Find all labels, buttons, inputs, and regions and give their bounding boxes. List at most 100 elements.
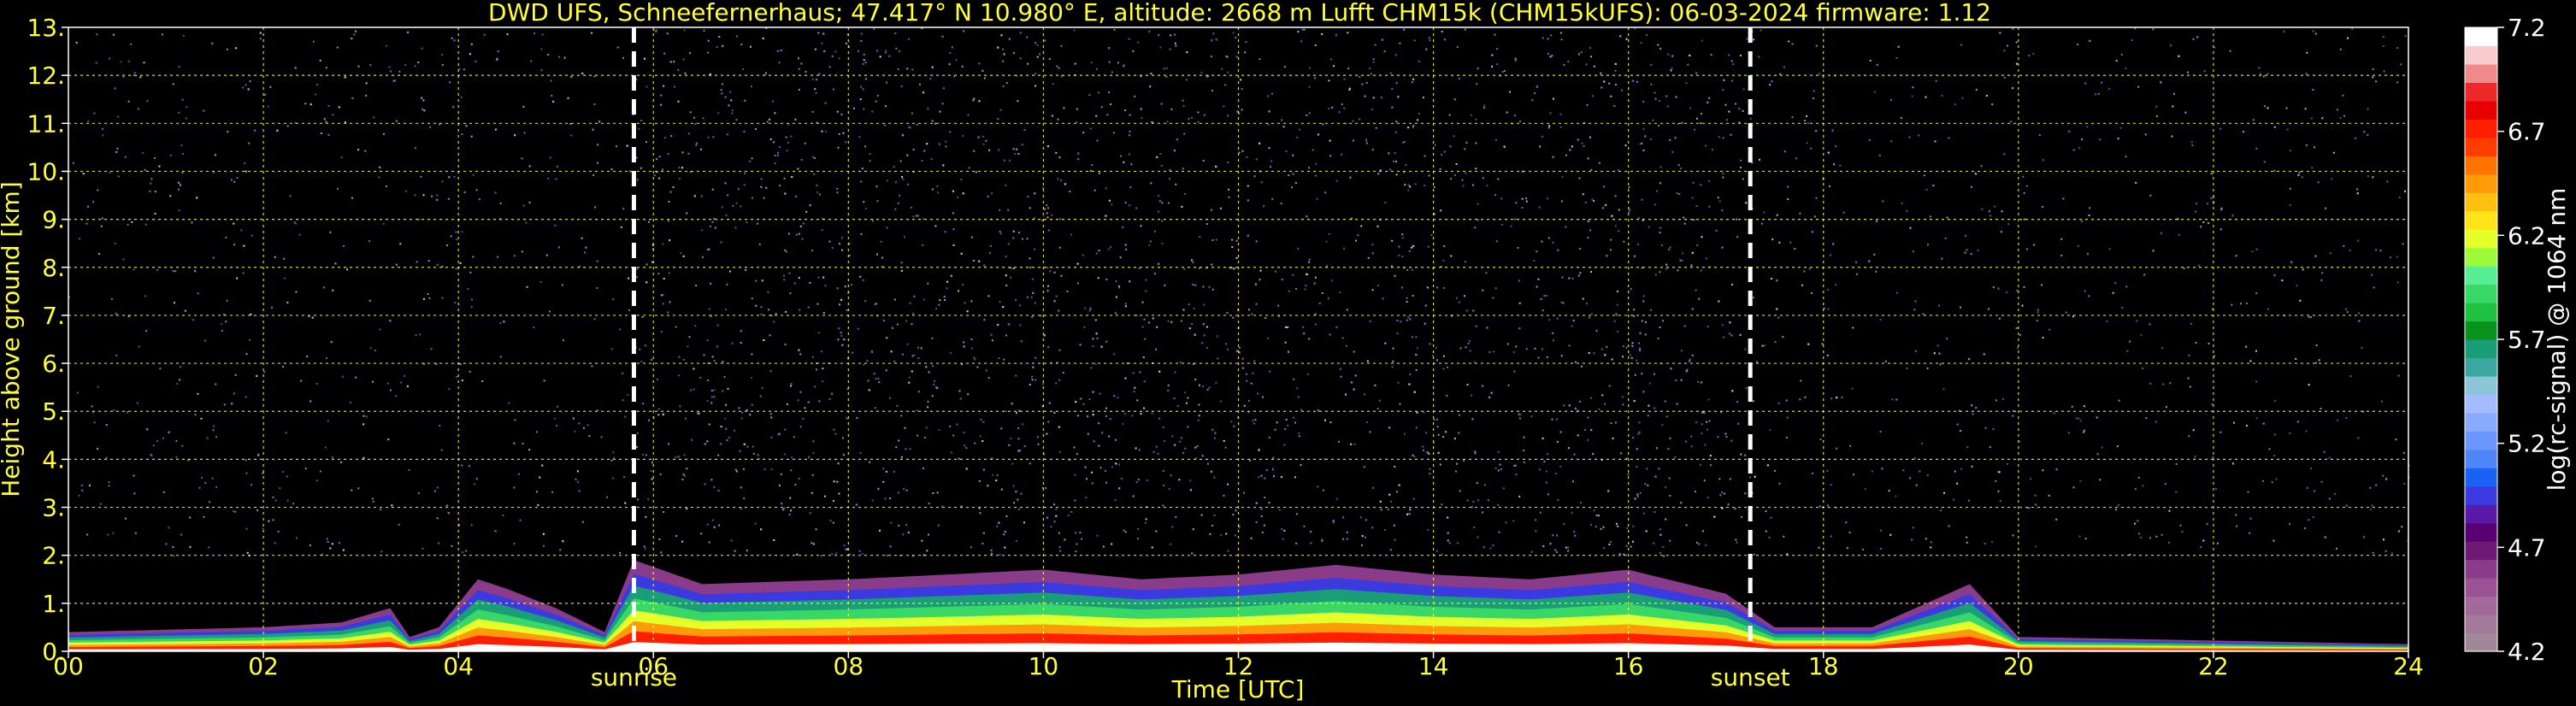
noise-speckle	[1158, 200, 1161, 203]
noise-speckle	[1165, 67, 1168, 69]
noise-speckle	[1211, 90, 1213, 91]
noise-speckle	[1371, 109, 1374, 110]
noise-speckle	[613, 456, 616, 459]
noise-speckle	[2160, 533, 2163, 536]
noise-speckle	[721, 206, 723, 209]
noise-speckle	[2323, 450, 2325, 453]
noise-speckle	[895, 47, 898, 50]
noise-speckle	[1134, 386, 1136, 389]
noise-speckle	[461, 551, 463, 554]
noise-speckle	[1030, 296, 1033, 298]
noise-speckle	[816, 303, 819, 305]
noise-speckle	[1876, 63, 1878, 66]
noise-speckle	[1730, 133, 1732, 136]
noise-speckle	[1513, 370, 1516, 373]
noise-speckle	[1383, 50, 1386, 53]
noise-speckle	[427, 293, 429, 295]
noise-speckle	[267, 105, 269, 108]
noise-speckle	[636, 446, 638, 449]
noise-speckle	[856, 417, 858, 420]
noise-speckle	[772, 100, 774, 103]
noise-speckle	[859, 98, 862, 101]
noise-speckle	[1769, 84, 1771, 86]
noise-speckle	[1560, 301, 1563, 303]
noise-speckle	[1537, 278, 1540, 280]
noise-speckle	[1042, 187, 1045, 190]
noise-speckle	[1586, 103, 1589, 106]
noise-speckle	[1455, 470, 1457, 473]
noise-speckle	[1345, 344, 1347, 347]
noise-speckle	[2137, 520, 2139, 522]
noise-speckle	[245, 353, 248, 356]
noise-speckle	[110, 297, 113, 300]
noise-speckle	[703, 354, 705, 356]
noise-speckle	[1259, 58, 1261, 61]
noise-speckle	[673, 61, 675, 63]
noise-speckle	[669, 61, 672, 63]
noise-speckle	[2028, 54, 2031, 56]
noise-speckle	[2235, 255, 2237, 257]
noise-speckle	[1636, 359, 1638, 362]
noise-speckle	[587, 424, 589, 427]
noise-speckle	[2367, 175, 2369, 178]
noise-speckle	[1328, 107, 1330, 109]
noise-speckle	[1637, 243, 1639, 245]
noise-speckle	[1328, 232, 1330, 235]
noise-speckle	[1930, 541, 1932, 544]
noise-speckle	[2115, 60, 2118, 62]
noise-speckle	[1206, 389, 1209, 391]
noise-speckle	[475, 60, 477, 62]
noise-speckle	[1439, 168, 1441, 170]
noise-speckle	[635, 156, 638, 159]
noise-speckle	[1492, 544, 1494, 547]
noise-speckle	[1115, 296, 1117, 298]
noise-speckle	[1695, 491, 1696, 493]
noise-speckle	[1729, 332, 1730, 335]
noise-speckle	[1995, 399, 1997, 402]
noise-speckle	[1376, 408, 1379, 410]
noise-speckle	[976, 366, 979, 368]
noise-speckle	[1227, 71, 1229, 74]
noise-speckle	[1322, 489, 1324, 491]
noise-speckle	[1266, 337, 1269, 339]
noise-speckle	[2142, 367, 2144, 369]
noise-speckle	[200, 417, 203, 420]
noise-speckle	[1717, 197, 1719, 199]
noise-speckle	[533, 32, 535, 35]
noise-speckle	[2170, 44, 2172, 47]
noise-speckle	[1477, 68, 1479, 70]
noise-speckle	[1226, 312, 1229, 315]
noise-speckle	[378, 176, 380, 179]
noise-speckle	[859, 451, 862, 454]
noise-speckle	[1161, 243, 1164, 245]
noise-speckle	[1552, 332, 1554, 334]
noise-speckle	[2345, 417, 2348, 419]
noise-speckle	[1010, 438, 1012, 439]
noise-speckle	[962, 134, 964, 137]
noise-speckle	[875, 100, 877, 103]
noise-speckle	[513, 255, 516, 257]
noise-speckle	[1590, 429, 1593, 432]
noise-speckle	[1227, 115, 1229, 117]
noise-speckle	[1251, 313, 1253, 315]
noise-speckle	[1895, 291, 1898, 294]
noise-speckle	[890, 350, 893, 353]
noise-speckle	[1174, 444, 1176, 446]
noise-speckle	[91, 405, 93, 408]
noise-speckle	[1015, 298, 1017, 301]
noise-speckle	[154, 213, 156, 215]
noise-speckle	[1035, 85, 1037, 87]
noise-speckle	[2251, 250, 2254, 253]
noise-speckle	[2003, 77, 2006, 79]
noise-speckle	[180, 366, 181, 368]
noise-speckle	[1227, 162, 1229, 163]
noise-speckle	[1483, 546, 1485, 549]
noise-speckle	[1200, 71, 1203, 74]
noise-speckle	[2078, 147, 2081, 150]
noise-speckle	[1758, 56, 1760, 58]
noise-speckle	[789, 292, 792, 295]
noise-speckle	[2030, 478, 2031, 480]
noise-speckle	[340, 461, 343, 463]
noise-speckle	[1571, 277, 1574, 279]
noise-speckle	[1729, 478, 1731, 480]
